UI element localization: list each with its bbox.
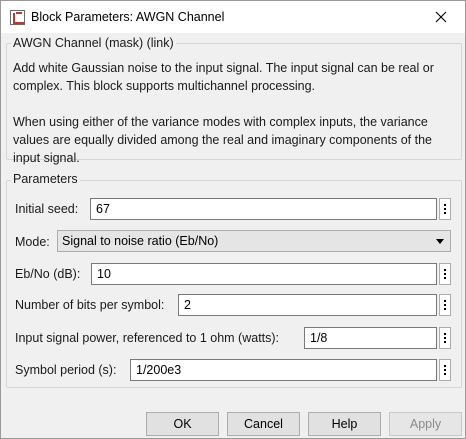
parameters-legend: Parameters <box>11 172 80 186</box>
ok-button[interactable]: OK <box>146 412 219 436</box>
symbol-period-input[interactable]: 1/200e3 <box>130 359 437 381</box>
cancel-button[interactable]: Cancel <box>227 412 300 436</box>
dialog-window: Block Parameters: AWGN Channel AWGN Chan… <box>0 0 466 439</box>
bits-per-symbol-input[interactable]: 2 <box>178 294 437 316</box>
description-line: Add white Gaussian noise to the input si… <box>13 61 434 75</box>
title-bar[interactable]: Block Parameters: AWGN Channel <box>1 1 465 33</box>
input-power-label: Input signal power, referenced to 1 ohm … <box>15 331 280 345</box>
apply-button[interactable]: Apply <box>389 412 462 436</box>
ebno-more-button[interactable] <box>439 263 451 285</box>
description-line: complex. This block supports multichanne… <box>13 79 315 93</box>
close-icon <box>435 11 447 23</box>
description-legend: AWGN Channel (mask) (link) <box>11 36 176 50</box>
ebno-input[interactable]: 10 <box>91 263 437 285</box>
bits-per-symbol-label: Number of bits per symbol: <box>15 298 165 312</box>
description-line: values are equally divided among the rea… <box>13 133 433 147</box>
input-power-input[interactable]: 1/8 <box>304 327 437 349</box>
initial-seed-more-button[interactable] <box>439 198 451 220</box>
bits-per-symbol-more-button[interactable] <box>439 294 451 316</box>
symbol-period-more-button[interactable] <box>439 359 451 381</box>
initial-seed-label: Initial seed: <box>15 202 79 216</box>
description-text: Add white Gaussian noise to the input si… <box>13 59 461 167</box>
symbol-period-label: Symbol period (s): <box>15 363 117 377</box>
help-button[interactable]: Help <box>308 412 381 436</box>
close-button[interactable] <box>423 3 459 31</box>
chevron-down-icon <box>436 239 444 244</box>
description-line: When using either of the variance modes … <box>13 115 428 129</box>
mode-select[interactable]: Signal to noise ratio (Eb/No) <box>57 230 451 252</box>
window-title: Block Parameters: AWGN Channel <box>31 10 225 24</box>
initial-seed-input[interactable]: 67 <box>90 198 437 220</box>
block-parameters-icon <box>10 10 25 25</box>
description-line: input signal. <box>13 151 80 165</box>
ebno-label: Eb/No (dB): <box>15 267 81 281</box>
mode-label: Mode: <box>15 235 50 249</box>
mode-select-value: Signal to noise ratio (Eb/No) <box>62 234 219 248</box>
input-power-more-button[interactable] <box>439 327 451 349</box>
